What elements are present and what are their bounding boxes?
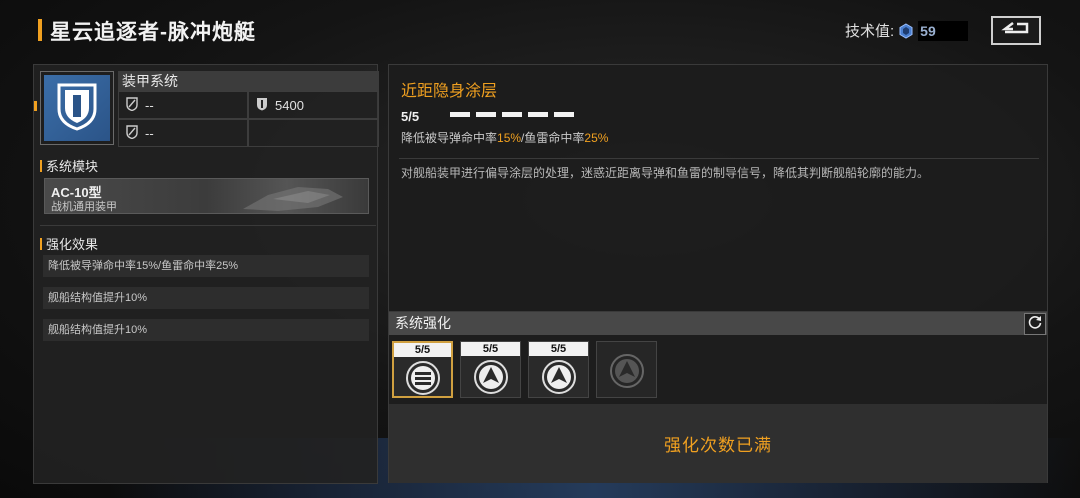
- shield-slash-icon: [125, 96, 139, 114]
- refresh-button[interactable]: [1024, 313, 1046, 335]
- section-divider: [40, 225, 376, 226]
- effect-row: 降低被导弹命中率15%/鱼雷命中率25%: [43, 255, 369, 277]
- node-count: 5/5: [529, 342, 588, 356]
- armor-panel: 装甲系统 -- 5400 -- 系统模块 AC-10型 战机通用装甲 强化效果 …: [33, 64, 379, 484]
- skill-effect: 降低被导弹命中率15%/鱼雷命中率25%: [401, 131, 609, 145]
- armor-plate-art: [243, 187, 343, 211]
- level-bar-segment: [502, 112, 522, 117]
- level-bar-segment: [554, 112, 574, 117]
- stat-value: --: [145, 125, 154, 141]
- refresh-icon: [1027, 314, 1043, 335]
- stat-cell-torpedo: --: [118, 119, 248, 147]
- skill-title: 近距隐身涂层: [401, 83, 498, 100]
- armor-icon-box[interactable]: [40, 71, 114, 145]
- module-section-label: 系统模块: [46, 159, 99, 174]
- level-bar-segment: [528, 112, 548, 117]
- max-status-area: 强化次数已满: [389, 404, 1047, 483]
- module-section-head: 系统模块: [40, 156, 98, 175]
- skill-description: 对舰船装甲进行偏导涂层的处理，迷惑近距离导弹和鱼雷的制导信号，降低其判断舰船轮廓…: [401, 166, 930, 180]
- stripes-emblem-icon: [405, 361, 440, 395]
- enhance-node-4-locked[interactable]: [596, 341, 657, 398]
- enhancement-title: 系统强化: [389, 312, 1047, 335]
- stat-cell-hp: 5400: [248, 91, 379, 119]
- module-card[interactable]: AC-10型 战机通用装甲: [44, 178, 369, 214]
- tech-value-display: 技术值: 59: [845, 20, 969, 41]
- module-subtitle: 战机通用装甲: [51, 201, 117, 213]
- effect-section-label: 强化效果: [46, 237, 99, 252]
- page-title: 星云追逐者-脉冲炮艇: [50, 21, 256, 44]
- max-enhance-text: 强化次数已满: [664, 436, 772, 455]
- effect-row: 舰船结构值提升10%: [43, 319, 369, 341]
- title-accent: [38, 19, 42, 41]
- stat-value: 5400: [275, 97, 304, 113]
- stat-value: --: [145, 97, 154, 113]
- ship-emblem-icon: [541, 360, 576, 394]
- tech-value-box: 59: [918, 20, 969, 41]
- armor-stats: -- 5400 --: [118, 91, 379, 147]
- tech-value: 59: [920, 22, 936, 39]
- stat-cell-empty: [248, 119, 379, 147]
- ship-emblem-icon: [473, 360, 508, 394]
- skill-divider: [399, 158, 1039, 159]
- back-arrow-icon: [1001, 21, 1031, 40]
- enhance-node-3[interactable]: 5/5: [528, 341, 589, 398]
- level-bar-segment: [476, 112, 496, 117]
- shield-icon: [55, 81, 99, 136]
- ship-emblem-locked-icon: [609, 354, 644, 388]
- selection-tick: [34, 101, 37, 111]
- enhance-node-1[interactable]: 5/5: [392, 341, 453, 398]
- level-bar-segment: [450, 112, 470, 117]
- back-button[interactable]: [991, 16, 1041, 45]
- node-count: 5/5: [461, 342, 520, 356]
- armor-system-title: 装甲系统: [118, 71, 379, 91]
- effect-row: 舰船结构值提升10%: [43, 287, 369, 309]
- skill-level: 5/5: [401, 109, 420, 124]
- level-progress: [450, 112, 574, 117]
- stat-cell-missile: --: [118, 91, 248, 119]
- tech-label: 技术值:: [845, 23, 895, 40]
- effect-section-head: 强化效果: [40, 234, 98, 253]
- shield-slash-icon: [125, 124, 139, 142]
- gem-icon: [898, 22, 914, 39]
- enhance-node-2[interactable]: 5/5: [460, 341, 521, 398]
- skill-detail-panel: 近距隐身涂层 5/5 降低被导弹命中率15%/鱼雷命中率25% 对舰船装甲进行偏…: [388, 64, 1048, 312]
- shield-hp-icon: [255, 97, 269, 114]
- enhancement-panel: 系统强化 5/5 5/5 5/5 强化次数已满: [388, 311, 1048, 483]
- node-count: 5/5: [394, 343, 451, 357]
